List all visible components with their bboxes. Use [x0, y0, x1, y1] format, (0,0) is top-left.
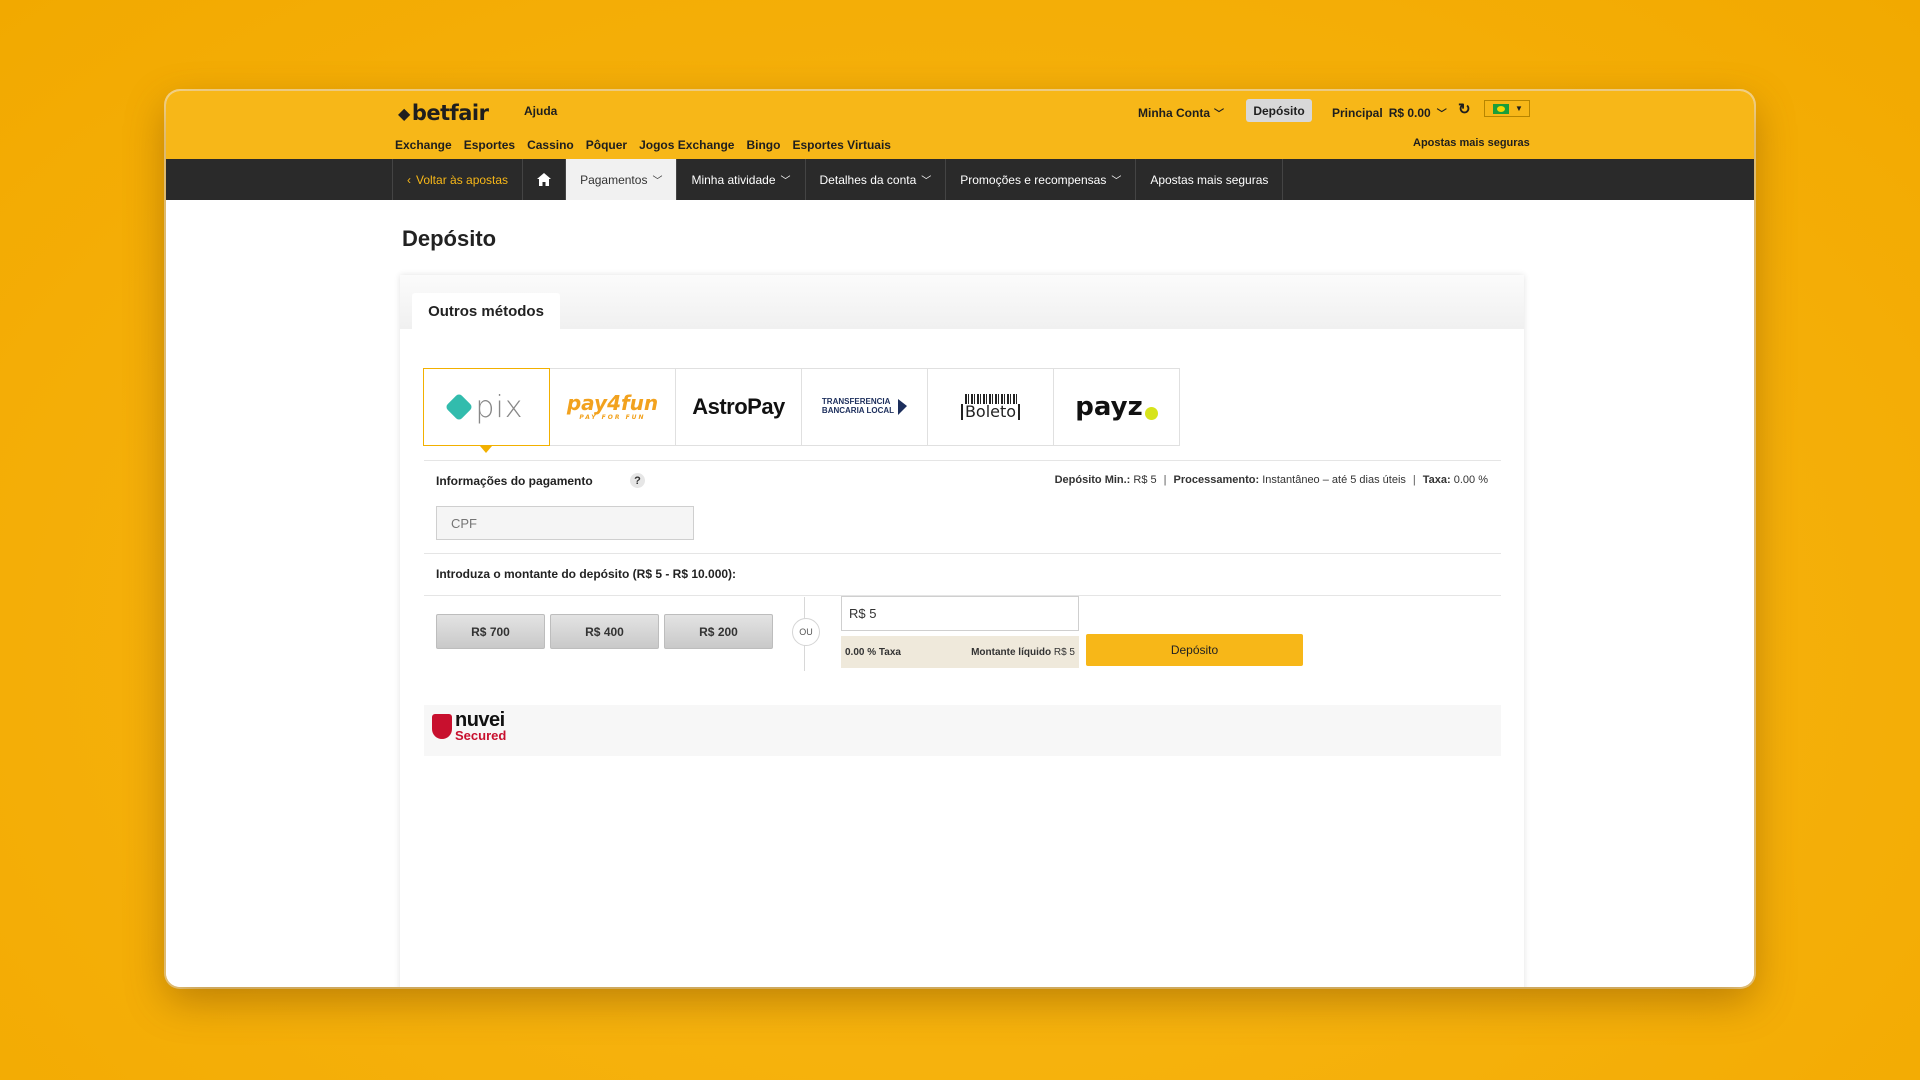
pix-logo-icon	[445, 392, 474, 422]
balance-value: R$ 0.00	[1388, 105, 1431, 120]
chevron-down-icon: ﹀	[921, 176, 932, 187]
pix-label: pix	[475, 389, 524, 425]
back-to-bets-link[interactable]: ‹ Voltar às apostas	[392, 159, 524, 200]
page-title: Depósito	[402, 226, 497, 251]
divider	[424, 553, 1501, 554]
nuvei-label: nuvei	[455, 709, 505, 731]
tab-payments-label: Pagamentos	[580, 172, 648, 187]
payz-dot-icon	[1144, 407, 1158, 420]
amount-label: Introduza o montante do depósito (R$ 5 -…	[436, 567, 737, 581]
or-label: OU	[792, 618, 820, 646]
amount-input[interactable]	[841, 596, 1079, 631]
help-link[interactable]: Ajuda	[524, 104, 557, 118]
nav-sports[interactable]: Esportes	[464, 138, 515, 152]
main-content: Depósito Outros métodos pix pay4fun PAY F…	[166, 200, 1754, 987]
deposit-card: Outros métodos pix pay4fun PAY FOR FUN As…	[400, 275, 1524, 987]
top-header: ◆ betfair Ajuda Exchange Esportes Cassino…	[166, 91, 1754, 159]
payment-methods: pix pay4fun PAY FOR FUN AstroPay TRANSFER…	[423, 368, 1180, 453]
logo-text: betfair	[411, 101, 489, 125]
tab-other-methods[interactable]: Outros métodos	[412, 293, 560, 329]
chevron-down-icon: ﹀	[1111, 176, 1122, 187]
tab-payments[interactable]: Pagamentos ﹀	[566, 159, 678, 200]
chevron-down-icon: ﹀	[652, 176, 663, 187]
payment-info-label: Informações do pagamento	[436, 474, 593, 488]
nav-exchange[interactable]: Exchange	[395, 138, 452, 152]
card-tabs-bar: Outros métodos	[400, 275, 1524, 329]
tab-my-activity-label: Minha atividade	[691, 172, 776, 187]
header-deposit-button[interactable]: Depósito	[1246, 99, 1312, 122]
pay4fun-tagline: PAY FOR FUN	[579, 414, 646, 421]
chevron-down-icon: ﹀	[1214, 109, 1224, 120]
betfair-logo-icon: ◆	[398, 103, 410, 123]
account-nav: ‹ Voltar às apostas Pagamentos ﹀ Minha ati…	[166, 159, 1754, 200]
chevron-left-icon: ‹	[407, 172, 411, 187]
tab-account-details-label: Detalhes da conta	[819, 172, 917, 187]
shield-icon	[432, 714, 452, 739]
min-deposit-value: R$ 5	[1133, 474, 1157, 486]
boleto-label: Boleto	[960, 404, 1021, 420]
fee-value: 0.00 %	[1453, 474, 1488, 486]
balance-label: Principal	[1332, 105, 1383, 120]
divider	[424, 460, 1501, 461]
bank-transfer-label-2: BANCARIA LOCAL	[821, 406, 895, 415]
chevron-down-icon: ﹀	[780, 176, 791, 187]
nav-poker[interactable]: Pôquer	[586, 138, 627, 152]
payz-label: payz	[1075, 392, 1143, 422]
method-boleto[interactable]: Boleto	[927, 368, 1054, 446]
quick-amount-200-button[interactable]: R$ 200	[664, 614, 773, 649]
tab-account-details[interactable]: Detalhes da conta ﹀	[806, 159, 947, 200]
nuvei-secured-logo: nuvei Secured	[432, 709, 507, 743]
refresh-icon[interactable]: ↻	[1458, 100, 1471, 118]
fee-summary: 0.00 % Taxa Montante líquido R$ 5	[841, 636, 1079, 668]
tab-safer-betting[interactable]: Apostas mais seguras	[1136, 159, 1284, 200]
brazil-flag-icon	[1493, 103, 1509, 114]
browser-window: ◆ betfair Ajuda Exchange Esportes Cassino…	[166, 91, 1754, 987]
deposit-limits-info: Depósito Min.: R$ 5 | Processamento: Insta…	[1054, 474, 1488, 486]
home-icon[interactable]	[523, 159, 567, 200]
secured-label: Secured	[455, 728, 507, 743]
net-amount-label: Montante líquido	[971, 646, 1052, 658]
method-pay4fun[interactable]: pay4fun PAY FOR FUN	[549, 368, 676, 446]
processing-label: Processamento:	[1173, 474, 1260, 486]
fee-label: Taxa:	[1422, 474, 1451, 486]
caret-down-icon: ▼	[1515, 104, 1523, 113]
language-selector[interactable]: ▼	[1484, 100, 1530, 117]
tab-my-activity[interactable]: Minha atividade ﹀	[677, 159, 806, 200]
pay4fun-label: pay4fun	[566, 391, 659, 415]
balance-menu[interactable]: Principal R$ 0.00 ﹀	[1332, 105, 1447, 121]
safer-betting-link[interactable]: Apostas mais seguras	[1413, 137, 1530, 149]
security-footer: nuvei Secured	[424, 705, 1501, 756]
method-pix[interactable]: pix	[423, 368, 550, 453]
betfair-logo[interactable]: ◆ betfair	[398, 101, 489, 125]
method-payz[interactable]: payz	[1053, 368, 1180, 446]
method-bank-transfer[interactable]: TRANSFERENCIA BANCARIA LOCAL	[801, 368, 928, 446]
net-amount-value: R$ 5	[1053, 646, 1075, 658]
min-deposit-label: Depósito Min.:	[1054, 474, 1131, 486]
nav-casino[interactable]: Cassino	[527, 138, 574, 152]
astropay-label: AstroPay	[692, 394, 785, 419]
account-menu[interactable]: Minha Conta ﹀	[1138, 105, 1224, 121]
cpf-input[interactable]	[436, 506, 694, 540]
tab-promotions-label: Promoções e recompensas	[960, 172, 1107, 187]
help-icon[interactable]: ?	[630, 473, 645, 488]
quick-amount-400-button[interactable]: R$ 400	[550, 614, 659, 649]
top-nav: Exchange Esportes Cassino Pôquer Jogos E…	[395, 138, 891, 152]
chevron-down-icon: ﹀	[1436, 109, 1447, 120]
processing-value: Instantâneo – até 5 dias úteis	[1262, 474, 1406, 486]
south-america-map-icon	[898, 399, 908, 415]
tab-safer-betting-label: Apostas mais seguras	[1150, 172, 1269, 187]
nav-exchange-games[interactable]: Jogos Exchange	[639, 138, 734, 152]
method-astropay[interactable]: AstroPay	[675, 368, 802, 446]
nav-bingo[interactable]: Bingo	[746, 138, 780, 152]
deposit-submit-button[interactable]: Depósito	[1086, 634, 1303, 666]
fee-summary-label: 0.00 % Taxa	[845, 646, 901, 658]
back-label: Voltar às apostas	[416, 172, 509, 187]
quick-amount-700-button[interactable]: R$ 700	[436, 614, 545, 649]
nav-virtual-sports[interactable]: Esportes Virtuais	[792, 138, 890, 152]
tab-promotions[interactable]: Promoções e recompensas ﹀	[946, 159, 1137, 200]
account-label: Minha Conta	[1138, 105, 1210, 120]
